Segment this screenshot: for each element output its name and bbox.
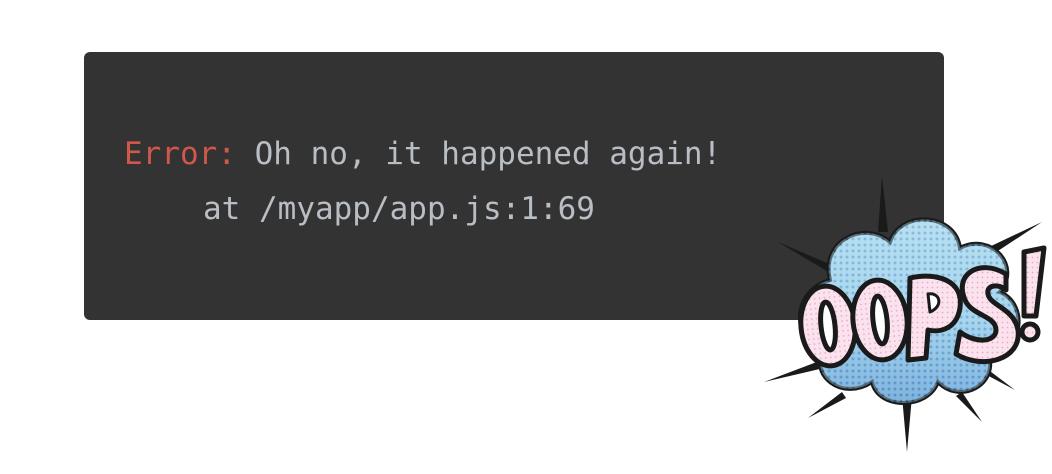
error-line: Error: Oh no, it happened again! xyxy=(124,134,721,174)
oops-comic-burst-icon xyxy=(764,176,1047,452)
error-message: Oh no, it happened again! xyxy=(235,136,722,172)
stack-trace-line: at /myapp/app.js:1:69 xyxy=(203,191,595,227)
error-label: Error: xyxy=(124,136,236,172)
